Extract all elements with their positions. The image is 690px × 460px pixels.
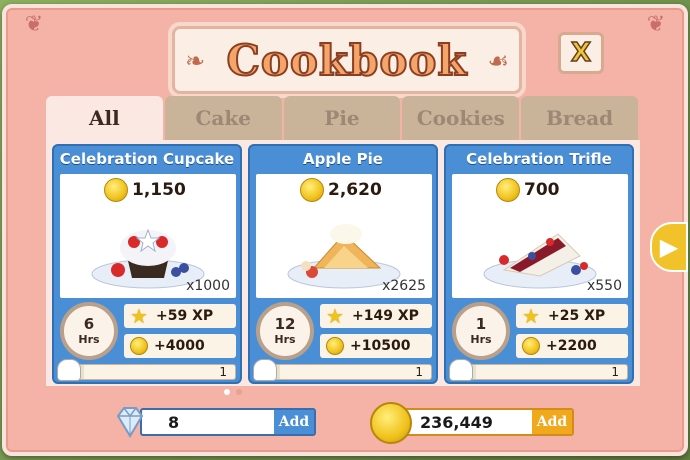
cook-time-unit: Hrs: [470, 333, 492, 346]
coin-reward: +4000: [124, 334, 236, 358]
recipe-image: 1,150 x1000: [60, 174, 236, 298]
corner-ornament-icon: ❦: [24, 12, 44, 37]
coin-icon: [300, 178, 324, 202]
recipe-name: Celebration Trifle: [466, 150, 612, 168]
close-button[interactable]: X: [558, 32, 604, 74]
cook-time-clock: 6 Hrs: [60, 302, 118, 360]
recipe-price: 2,620: [300, 178, 382, 202]
chef-hat-icon: [253, 359, 277, 381]
coin-reward-value: +10500: [350, 338, 411, 354]
tab-cake[interactable]: Cake: [164, 96, 282, 140]
coin-reward-value: +2200: [546, 338, 597, 354]
coin-icon: [496, 178, 520, 202]
recipe-quantity: x550: [586, 278, 622, 294]
diamond-icon: [116, 407, 144, 438]
recipe-card[interactable]: Celebration Cupcake 1,150 x1000 6 Hrs ★ …: [52, 144, 242, 384]
trifle-icon: [483, 233, 597, 289]
recipe-price: 1,150: [104, 178, 186, 202]
cook-time-value: 12: [274, 315, 296, 333]
page-dot[interactable]: [236, 389, 242, 395]
coin-balance: 236,449 Add: [398, 408, 574, 436]
flourish-icon: ❧: [185, 47, 206, 75]
page-indicator: [224, 389, 242, 395]
tab-pie[interactable]: Pie: [283, 96, 401, 140]
mastery-progress-bar: 1: [449, 359, 628, 381]
gem-count: 8: [168, 412, 180, 432]
add-gems-button[interactable]: Add: [274, 410, 314, 434]
price-value: 1,150: [132, 180, 186, 200]
coin-icon: [326, 337, 344, 355]
cook-time-value: 6: [83, 315, 95, 333]
tab-cookies[interactable]: Cookies: [402, 96, 520, 140]
recipe-quantity: x2625: [382, 278, 426, 294]
tab-bread[interactable]: Bread: [521, 96, 638, 140]
star-icon: ★: [326, 304, 344, 328]
gem-balance: 8 Add: [140, 408, 316, 436]
coin-icon: [522, 337, 540, 355]
mastery-progress-bar: 1: [57, 359, 236, 381]
next-page-button[interactable]: ▶: [650, 222, 688, 272]
coin-reward-value: +4000: [154, 338, 205, 354]
recipe-image: 2,620 x2625: [256, 174, 432, 298]
coin-icon: [370, 402, 412, 444]
add-coins-button[interactable]: Add: [532, 410, 572, 434]
recipe-name: Apple Pie: [303, 150, 383, 168]
xp-value: +59 XP: [156, 308, 214, 324]
mastery-progress-bar: 1: [253, 359, 432, 381]
recipe-price: 700: [496, 178, 560, 202]
page-dot[interactable]: [224, 389, 230, 395]
chef-hat-icon: [449, 359, 473, 381]
xp-value: +149 XP: [352, 308, 419, 324]
price-value: 2,620: [328, 180, 382, 200]
coin-reward: +2200: [516, 334, 628, 358]
cook-time-clock: 1 Hrs: [452, 302, 510, 360]
xp-reward: ★ +59 XP: [124, 304, 236, 328]
price-value: 700: [524, 180, 560, 200]
star-icon: ★: [522, 304, 540, 328]
recipe-name: Celebration Cupcake: [59, 150, 235, 168]
mastery-level: 1: [219, 365, 227, 379]
cook-time-unit: Hrs: [274, 333, 296, 346]
star-icon: ★: [130, 304, 148, 328]
xp-value: +25 XP: [548, 308, 606, 324]
coin-reward: +10500: [320, 334, 432, 358]
cook-time-value: 1: [475, 315, 487, 333]
coin-count: 236,449: [420, 412, 493, 432]
corner-ornament-icon: ❦: [646, 12, 666, 37]
coin-icon: [130, 337, 148, 355]
title-plaque: ❧ Cookbook ☙: [172, 26, 522, 94]
chef-hat-icon: [57, 359, 81, 381]
category-tabs: All Cake Pie Cookies Bread: [46, 96, 640, 140]
recipe-card[interactable]: Celebration Trifle 700 x550 1 Hrs ★ +25 …: [444, 144, 634, 384]
cook-time-unit: Hrs: [78, 333, 100, 346]
recipe-image: 700 x550: [452, 174, 628, 298]
chevron-right-icon: ▶: [659, 233, 679, 261]
coin-icon: [104, 178, 128, 202]
cook-time-clock: 12 Hrs: [256, 302, 314, 360]
flourish-icon: ☙: [487, 47, 509, 75]
xp-reward: ★ +149 XP: [320, 304, 432, 328]
recipe-quantity: x1000: [186, 278, 230, 294]
mastery-level: 1: [415, 365, 423, 379]
recipe-card[interactable]: Apple Pie 2,620 x2625 12 Hrs ★ +149 XP +…: [248, 144, 438, 384]
mastery-level: 1: [611, 365, 619, 379]
xp-reward: ★ +25 XP: [516, 304, 628, 328]
page-title: Cookbook: [225, 35, 468, 86]
tab-all[interactable]: All: [46, 96, 163, 140]
